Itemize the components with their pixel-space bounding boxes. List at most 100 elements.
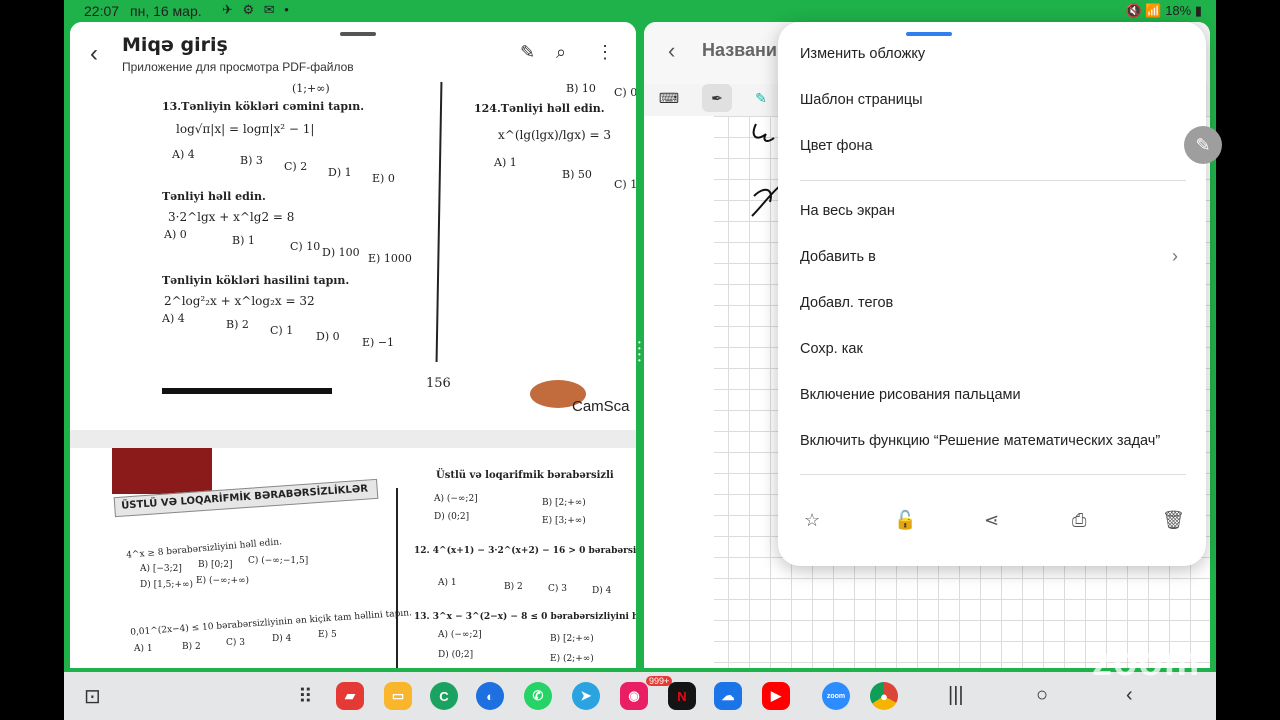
answer-option: D) 4 bbox=[592, 586, 612, 596]
answer-option: B) 3 bbox=[240, 154, 263, 167]
answer-option: A) 1 bbox=[494, 156, 517, 169]
answer-option: C) 10 bbox=[290, 240, 321, 253]
answer-option: B) [2;+∞) bbox=[542, 498, 586, 508]
home-button-icon[interactable]: ○ bbox=[1036, 684, 1048, 707]
menu-item-math-solver[interactable]: Включить функцию “Решение математических… bbox=[800, 433, 1160, 449]
answer-option: C) 1 bbox=[270, 324, 294, 337]
question-13-ineq: 13. 3^x − 3^(2−x) − 8 ≤ 0 bərabərsizliyi… bbox=[414, 612, 636, 622]
document-title: Miqə giriş bbox=[122, 34, 228, 56]
search-icon[interactable]: ⌕ bbox=[556, 42, 566, 63]
answer-option: D) 1 bbox=[328, 166, 352, 179]
answer-option: E) 5 bbox=[318, 630, 337, 640]
wifi-icon: 📶 bbox=[1145, 3, 1162, 18]
pdf-app-bar: ‹ Miqə giriş Приложение для просмотра PD… bbox=[70, 22, 636, 82]
answer-option: D) (0;2] bbox=[434, 512, 470, 522]
question-title: Tənliyin kökləri hasilini tapın. bbox=[162, 274, 350, 287]
whatsapp-icon[interactable]: ✆ bbox=[524, 682, 552, 710]
column-divider-line bbox=[396, 488, 398, 668]
battery-level: 18% bbox=[1165, 3, 1192, 18]
split-divider-handle[interactable]: • • • • bbox=[638, 339, 642, 365]
share-icon[interactable]: ⋖ bbox=[984, 510, 999, 531]
files-app-icon[interactable]: ▭ bbox=[384, 682, 412, 710]
back-arrow-icon[interactable]: ‹ bbox=[668, 38, 675, 64]
telegram-icon[interactable]: ➤ bbox=[572, 682, 600, 710]
question-equation: 3·2^lgx + x^lg2 = 8 bbox=[168, 210, 295, 224]
answer-option: D) 4 bbox=[272, 634, 292, 644]
menu-item-background-color[interactable]: Цвет фона bbox=[800, 138, 873, 154]
pdf-page-next[interactable]: ÜSTLÜ VƏ LOQARİFMİK BƏRABƏRSİZLİKLƏR 4^x… bbox=[70, 448, 636, 668]
star-icon[interactable]: ☆ bbox=[804, 510, 820, 531]
lock-icon[interactable]: 🔓 bbox=[894, 510, 916, 531]
menu-item-finger-drawing[interactable]: Включение рисования пальцами bbox=[800, 387, 1021, 403]
answer-option: C) 10 bbox=[614, 178, 636, 191]
answer-option: B) 1 bbox=[232, 234, 255, 247]
page-edge-shadow bbox=[162, 388, 332, 394]
section-header: Üstlü və loqarifmik bərabərsizli bbox=[436, 470, 614, 481]
app-drawer-icon[interactable]: ⠿ bbox=[298, 684, 313, 709]
pen-tool-icon[interactable]: ✒ bbox=[702, 84, 732, 112]
phone-app-icon[interactable]: C bbox=[430, 682, 458, 710]
page-separator bbox=[70, 430, 636, 448]
zoom-app-icon[interactable]: zoom bbox=[822, 682, 850, 710]
pdf-app-icon[interactable]: ▰ bbox=[336, 682, 364, 710]
menu-item-save-as[interactable]: Сохр. как bbox=[800, 341, 863, 357]
answer-option: C) 2 bbox=[284, 160, 308, 173]
menu-divider bbox=[800, 474, 1186, 475]
menu-handle bbox=[906, 32, 952, 36]
battery-icon: ▮ bbox=[1194, 3, 1202, 18]
chrome-icon[interactable]: ● bbox=[870, 682, 898, 710]
status-time: 22:07 bbox=[84, 3, 120, 19]
print-icon[interactable]: ⎙ bbox=[1072, 510, 1086, 531]
back-button-icon[interactable]: ‹ bbox=[1126, 684, 1133, 707]
page-red-header bbox=[112, 448, 212, 494]
youtube-icon[interactable]: ▶ bbox=[762, 682, 790, 710]
back-arrow-icon[interactable]: ‹ bbox=[90, 40, 98, 68]
menu-item-page-template[interactable]: Шаблон страницы bbox=[800, 92, 923, 108]
menu-item-add-tags[interactable]: Добавл. тегов bbox=[800, 295, 893, 311]
menu-item-full-screen[interactable]: На весь экран bbox=[800, 203, 895, 219]
answer-option: B) 2 bbox=[504, 582, 523, 592]
answer-option: E) (2;+∞) bbox=[550, 654, 594, 664]
screen-share-frame: 22:07 пн, 16 мар. ✈ ⚙ ✉ • 🔇 📶 18% ▮ ‹ Mi… bbox=[64, 0, 1216, 672]
netflix-icon[interactable]: N bbox=[668, 682, 696, 710]
camera-app-icon[interactable]: ◉ bbox=[620, 682, 648, 710]
answer-option: A) 4 bbox=[162, 312, 185, 325]
floating-pen-icon[interactable]: ✎ bbox=[1184, 126, 1222, 164]
messages-app-icon[interactable]: ◐ bbox=[476, 682, 504, 710]
question-13-title: 13.Tənliyin kökləri cəmini tapın. bbox=[162, 100, 365, 113]
answer-option: E) −1 bbox=[362, 336, 395, 349]
answer-option: B) 2 bbox=[182, 642, 201, 652]
recents-button-icon[interactable]: ||| bbox=[948, 684, 964, 707]
keyboard-icon[interactable]: ⌨ bbox=[654, 84, 684, 112]
question-12: 12. 4^(x+1) − 3·2^(x+2) − 16 > 0 bərabər… bbox=[414, 546, 636, 556]
menu-item-add-to[interactable]: Добавить в bbox=[800, 249, 876, 265]
answer-option: A) [−3;2] bbox=[140, 564, 182, 574]
column-divider-line bbox=[435, 82, 443, 362]
menu-item-change-cover[interactable]: Изменить обложку bbox=[800, 46, 925, 62]
question-title: Tənliyi həll edin. bbox=[162, 190, 266, 203]
edit-icon[interactable]: ✎ bbox=[520, 42, 535, 63]
app-subtitle: Приложение для просмотра PDF-файлов bbox=[122, 60, 354, 74]
pdf-page-156[interactable]: (1;+∞) 13.Tənliyin kökləri cəmini tapın.… bbox=[70, 82, 636, 430]
camscanner-watermark: CamSca bbox=[572, 398, 630, 415]
page-number: 156 bbox=[426, 376, 451, 391]
note-title[interactable]: Названи bbox=[702, 40, 777, 61]
answer-option: E) [3;+∞) bbox=[542, 516, 586, 526]
answer-option: C) (−∞;−1,5] bbox=[248, 556, 309, 566]
recents-apps-icon[interactable]: ⊡ bbox=[84, 684, 101, 709]
answer-option: D) [1,5;+∞) bbox=[140, 580, 193, 590]
trash-icon[interactable]: 🗑 bbox=[1162, 510, 1185, 531]
more-vert-icon[interactable]: ⋮ bbox=[596, 42, 614, 63]
text-fragment: B) 10 bbox=[566, 82, 596, 95]
text-fragment: (1;+∞) bbox=[292, 82, 330, 95]
menu-divider bbox=[800, 180, 1186, 181]
window-drag-handle[interactable] bbox=[340, 32, 376, 36]
highlighter-icon[interactable]: ✎ bbox=[746, 84, 776, 112]
mute-icon: 🔇 bbox=[1125, 3, 1142, 18]
answer-option: D) (0;2] bbox=[438, 650, 474, 660]
question-equation: 2^log²₂x + x^log₂x = 32 bbox=[164, 294, 315, 308]
text-fragment: C) 0, bbox=[614, 86, 636, 99]
notification-icons: ✈ ⚙ ✉ • bbox=[222, 2, 292, 17]
answer-option: B) 2 bbox=[226, 318, 249, 331]
onedrive-icon[interactable]: ☁ bbox=[714, 682, 742, 710]
